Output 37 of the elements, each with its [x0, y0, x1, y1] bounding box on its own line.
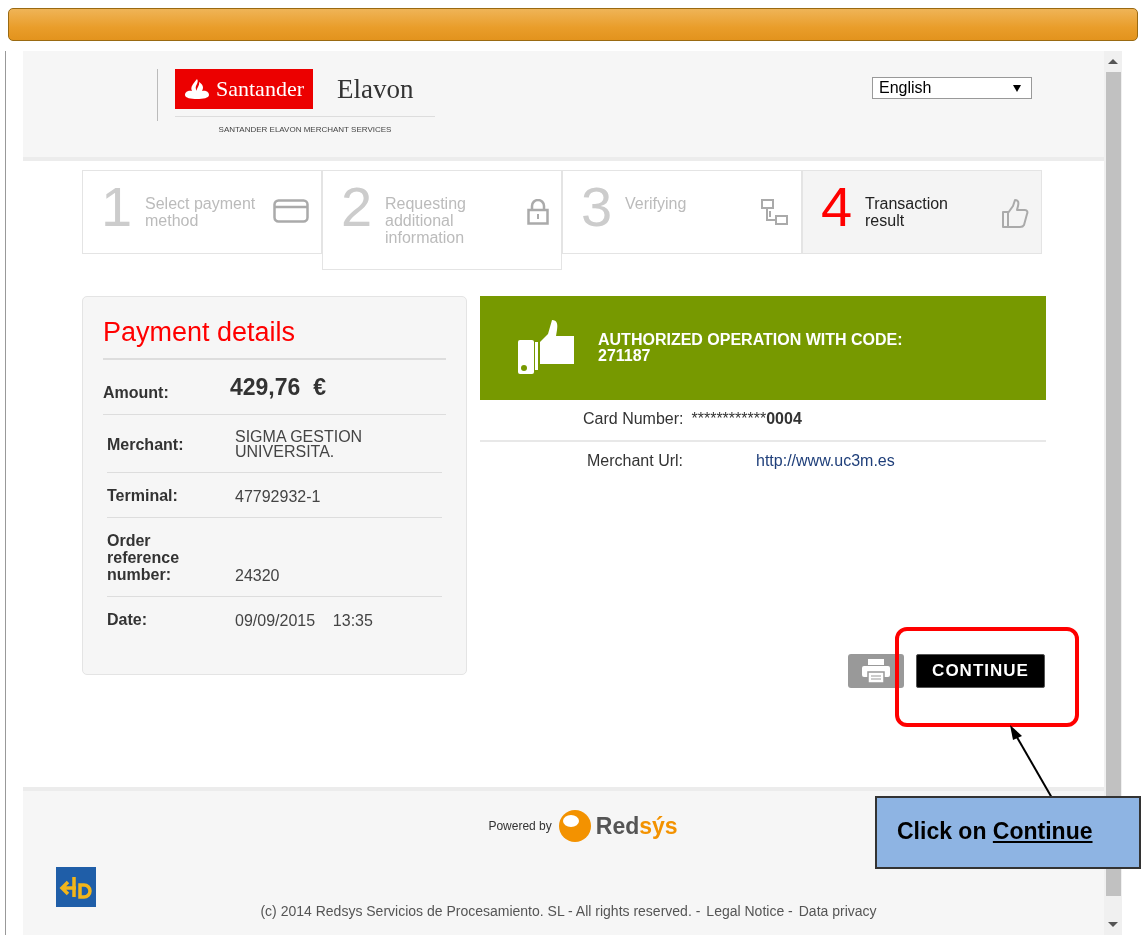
field-label: Terminal: [107, 487, 179, 504]
card-number-label: Card Number: [583, 410, 684, 428]
copyright-text: (c) 2014 Redsys Servicios de Procesamiento. SL - All rights reserved. - [260, 903, 701, 919]
success-banner: AUTHORIZED OPERATION WITH CODE: 271187 [480, 296, 1046, 400]
field-label: Date: [107, 611, 148, 628]
field-label: Merchant: [107, 435, 185, 453]
thumbs-up-icon [518, 320, 576, 376]
logo-tagline: SANTANDER ELAVON MERCHANT SERVICES [175, 116, 435, 134]
scrollbar[interactable] [1104, 51, 1122, 935]
dropdown-arrow-icon[interactable] [1013, 84, 1021, 92]
card-number-value: ************0004 [691, 410, 802, 428]
redsys-logo: Redsýs [595, 812, 678, 840]
continue-button[interactable]: CONTINUE [916, 654, 1045, 688]
thumbs-up-icon [1001, 199, 1029, 229]
redsys-ball-icon [557, 809, 592, 843]
callout-note: Click on Continue [875, 796, 1141, 869]
field-value: 47792932-1 [235, 489, 322, 504]
field-value: 09/09/2015 13:35 [235, 613, 374, 628]
field-label: Amount: [103, 384, 170, 401]
merchant-url-label: Merchant Url: [587, 452, 685, 470]
powered-by-text: Powered by [488, 819, 552, 833]
field-value: SIGMA GESTION UNIVERSITA. [235, 429, 364, 459]
language-select[interactable]: English [872, 77, 1032, 99]
padlock-icon [527, 199, 549, 225]
network-icon [761, 199, 789, 227]
print-icon[interactable] [848, 654, 904, 688]
footer-link[interactable]: Data privacy [798, 903, 877, 919]
field-label: Order reference number: [107, 532, 181, 583]
arrow-logo-icon [56, 867, 96, 907]
card-icon [273, 199, 309, 223]
merchant-url-link[interactable]: http://www.uc3m.es [756, 452, 895, 470]
card-title: Payment details [103, 317, 446, 360]
amount-value: 429,76 € [230, 374, 326, 401]
partner-logo: Elavon [336, 73, 414, 105]
field-value: 24320 [235, 568, 281, 583]
footer-link[interactable]: Legal Notice - [706, 903, 793, 919]
bank-logo: Santander [175, 69, 313, 109]
